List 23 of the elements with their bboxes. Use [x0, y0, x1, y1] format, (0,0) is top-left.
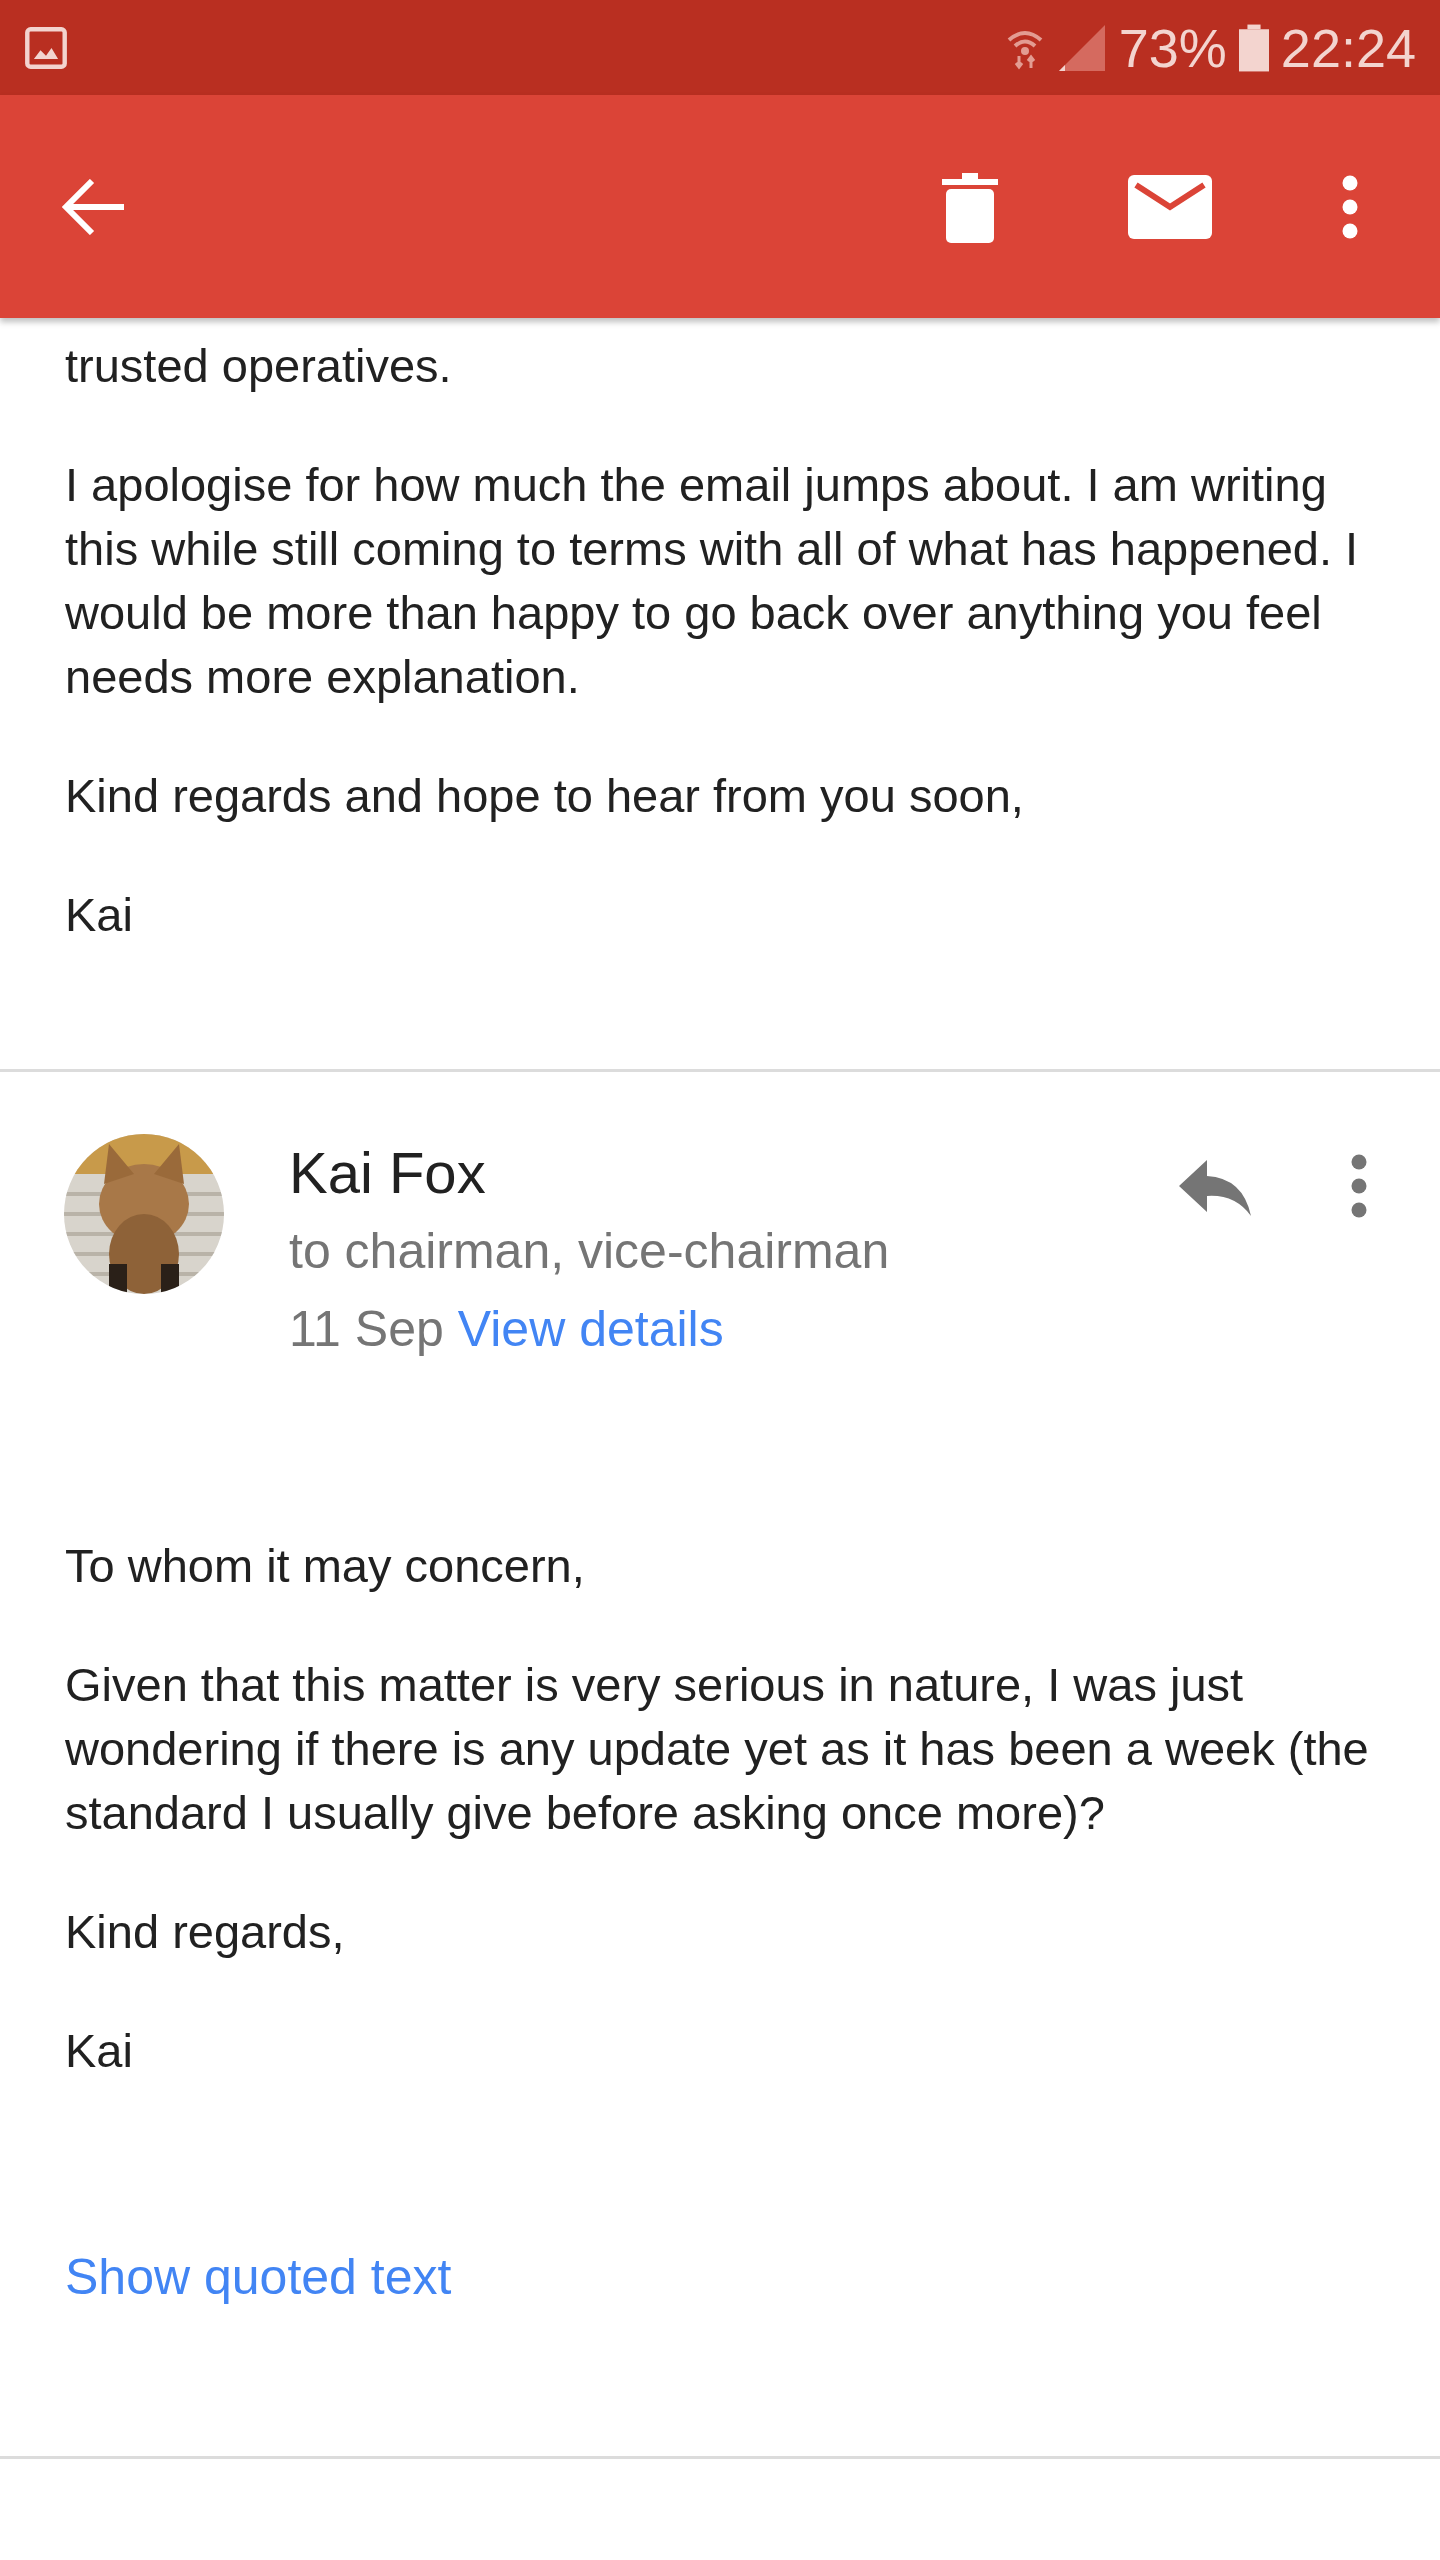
sender-name: Kai Fox [289, 1139, 487, 1207]
trash-icon[interactable] [942, 170, 998, 243]
email-paragraph: I apologise for how much the email jumps about. I am writing this while still coming to terms with all of what has happened. I would be more than happy to go back over anything you feel needs more explanation. [65, 457, 1360, 705]
battery-percent: 73% [1118, 16, 1227, 79]
email-paragraph: To whom it may concern, [65, 1538, 586, 1594]
back-icon[interactable] [62, 178, 126, 235]
more-options-icon[interactable] [1342, 174, 1358, 239]
clock-time: 22:24 [1280, 16, 1416, 79]
email-paragraph: Kai [65, 887, 134, 943]
message-date: 11 Sep [289, 1300, 444, 1359]
show-quoted-text-link[interactable]: Show quoted text [65, 2238, 452, 2316]
view-details-link[interactable]: View details [457, 1290, 724, 1368]
email-paragraph: Kind regards and hope to hear from you soon, [65, 768, 1025, 824]
more-options-icon[interactable] [1351, 1154, 1367, 1218]
email-paragraph: Kind regards, [65, 1904, 346, 1960]
picture-notification-icon [24, 25, 68, 70]
envelope-icon[interactable] [1128, 174, 1212, 239]
email-paragraph: trusted operatives. [65, 338, 453, 394]
battery-icon [1238, 23, 1269, 72]
reply-icon[interactable] [1179, 1160, 1251, 1216]
email-paragraph: Kai [65, 2023, 134, 2079]
recipients: to chairman, vice-chairman [289, 1222, 891, 1281]
email-paragraph: Given that this matter is very serious in nature, I was just wondering if there is any update yet as it has been a week (the standard I usually give before asking once more)? [65, 1657, 1370, 1841]
